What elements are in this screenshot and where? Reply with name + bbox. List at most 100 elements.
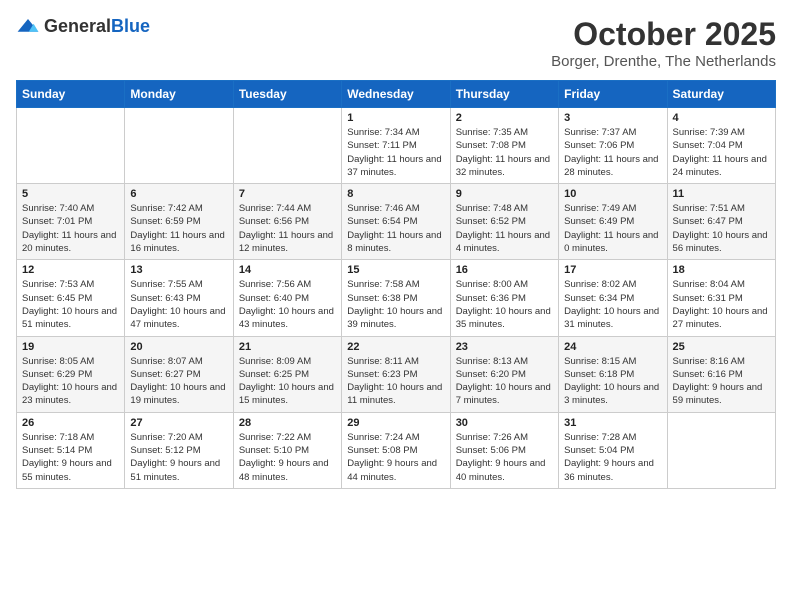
calendar-cell: 18 Sunrise: 8:04 AM Sunset: 6:31 PM Dayli… [667, 260, 775, 336]
day-info: Sunrise: 7:28 AM Sunset: 5:04 PM Dayligh… [564, 431, 661, 484]
calendar-cell [17, 108, 125, 184]
calendar-cell: 30 Sunrise: 7:26 AM Sunset: 5:06 PM Dayli… [450, 412, 558, 488]
day-info: Sunrise: 7:20 AM Sunset: 5:12 PM Dayligh… [130, 431, 227, 484]
day-info: Sunrise: 8:16 AM Sunset: 6:16 PM Dayligh… [673, 355, 770, 408]
day-info: Sunrise: 7:37 AM Sunset: 7:06 PM Dayligh… [564, 126, 661, 179]
day-info: Sunrise: 7:42 AM Sunset: 6:59 PM Dayligh… [130, 202, 227, 255]
calendar-cell: 21Sunrise: 8:09 AM Sunset: 6:25 PM Dayli… [233, 336, 341, 412]
day-number: 3 [564, 112, 661, 124]
day-number: 24 [564, 341, 661, 353]
day-number: 18 [673, 264, 770, 276]
day-info: Sunrise: 7:49 AM Sunset: 6:49 PM Dayligh… [564, 202, 661, 255]
day-info: Sunrise: 7:44 AM Sunset: 6:56 PM Dayligh… [239, 202, 336, 255]
day-info: Sunrise: 8:15 AM Sunset: 6:18 PM Dayligh… [564, 355, 661, 408]
day-number: 17 [564, 264, 661, 276]
day-number: 14 [239, 264, 336, 276]
day-info: Sunrise: 7:35 AM Sunset: 7:08 PM Dayligh… [456, 126, 553, 179]
calendar-cell: 12 Sunrise: 7:53 AM Sunset: 6:45 PM Dayli… [17, 260, 125, 336]
day-number: 12 [22, 264, 119, 276]
calendar-cell: 17 Sunrise: 8:02 AM Sunset: 6:34 PM Dayli… [559, 260, 667, 336]
calendar-week-row: 19 Sunrise: 8:05 AM Sunset: 6:29 PM Dayli… [17, 336, 776, 412]
calendar-week-row: 12 Sunrise: 7:53 AM Sunset: 6:45 PM Dayli… [17, 260, 776, 336]
calendar-cell [125, 108, 233, 184]
day-number: 13 [130, 264, 227, 276]
day-number: 28 [239, 417, 336, 429]
day-number: 19 [22, 341, 119, 353]
calendar-table: SundayMondayTuesdayWednesdayThursdayFrid… [16, 80, 776, 489]
day-number: 25 [673, 341, 770, 353]
day-number: 5 [22, 188, 119, 200]
day-number: 6 [130, 188, 227, 200]
day-info: Sunrise: 7:24 AM Sunset: 5:08 PM Dayligh… [347, 431, 444, 484]
calendar-cell [233, 108, 341, 184]
calendar-week-row: 5 Sunrise: 7:40 AM Sunset: 7:01 PM Daylig… [17, 184, 776, 260]
calendar-cell: 29 Sunrise: 7:24 AM Sunset: 5:08 PM Dayli… [342, 412, 450, 488]
day-number: 23 [456, 341, 553, 353]
calendar-cell: 9 Sunrise: 7:48 AM Sunset: 6:52 PM Daylig… [450, 184, 558, 260]
calendar-cell: 14 Sunrise: 7:56 AM Sunset: 6:40 PM Dayli… [233, 260, 341, 336]
day-info: Sunrise: 8:11 AM Sunset: 6:23 PM Dayligh… [347, 355, 444, 408]
calendar-cell: 31Sunrise: 7:28 AM Sunset: 5:04 PM Dayli… [559, 412, 667, 488]
logo-icon [16, 17, 40, 37]
day-number: 29 [347, 417, 444, 429]
day-number: 27 [130, 417, 227, 429]
calendar-cell: 28 Sunrise: 7:22 AM Sunset: 5:10 PM Dayli… [233, 412, 341, 488]
weekday-header: Sunday [17, 81, 125, 108]
weekday-header: Wednesday [342, 81, 450, 108]
weekday-header-row: SundayMondayTuesdayWednesdayThursdayFrid… [17, 81, 776, 108]
calendar-cell: 2 Sunrise: 7:35 AM Sunset: 7:08 PM Daylig… [450, 108, 558, 184]
day-info: Sunrise: 7:18 AM Sunset: 5:14 PM Dayligh… [22, 431, 119, 484]
day-number: 2 [456, 112, 553, 124]
day-info: Sunrise: 7:56 AM Sunset: 6:40 PM Dayligh… [239, 278, 336, 331]
day-info: Sunrise: 7:26 AM Sunset: 5:06 PM Dayligh… [456, 431, 553, 484]
calendar-cell: 23 Sunrise: 8:13 AM Sunset: 6:20 PM Dayli… [450, 336, 558, 412]
day-number: 10 [564, 188, 661, 200]
weekday-header: Tuesday [233, 81, 341, 108]
day-info: Sunrise: 7:34 AM Sunset: 7:11 PM Dayligh… [347, 126, 444, 179]
weekday-header: Monday [125, 81, 233, 108]
weekday-header: Thursday [450, 81, 558, 108]
day-info: Sunrise: 7:48 AM Sunset: 6:52 PM Dayligh… [456, 202, 553, 255]
day-info: Sunrise: 7:22 AM Sunset: 5:10 PM Dayligh… [239, 431, 336, 484]
page-header: GeneralBlue October 2025 Borger, Drenthe… [16, 16, 776, 70]
day-number: 26 [22, 417, 119, 429]
day-info: Sunrise: 7:51 AM Sunset: 6:47 PM Dayligh… [673, 202, 770, 255]
calendar-cell: 4 Sunrise: 7:39 AM Sunset: 7:04 PM Daylig… [667, 108, 775, 184]
day-number: 11 [673, 188, 770, 200]
day-info: Sunrise: 8:00 AM Sunset: 6:36 PM Dayligh… [456, 278, 553, 331]
day-info: Sunrise: 8:05 AM Sunset: 6:29 PM Dayligh… [22, 355, 119, 408]
day-info: Sunrise: 8:09 AM Sunset: 6:25 PM Dayligh… [239, 355, 336, 408]
calendar-cell: 10 Sunrise: 7:49 AM Sunset: 6:49 PM Dayli… [559, 184, 667, 260]
month-title: October 2025 [551, 16, 776, 53]
calendar-cell: 22 Sunrise: 8:11 AM Sunset: 6:23 PM Dayli… [342, 336, 450, 412]
calendar-cell: 1 Sunrise: 7:34 AM Sunset: 7:11 PM Daylig… [342, 108, 450, 184]
day-info: Sunrise: 8:02 AM Sunset: 6:34 PM Dayligh… [564, 278, 661, 331]
day-info: Sunrise: 7:39 AM Sunset: 7:04 PM Dayligh… [673, 126, 770, 179]
calendar-cell: 8Sunrise: 7:46 AM Sunset: 6:54 PM Daylig… [342, 184, 450, 260]
calendar-cell: 11 Sunrise: 7:51 AM Sunset: 6:47 PM Dayli… [667, 184, 775, 260]
calendar-cell: 20Sunrise: 8:07 AM Sunset: 6:27 PM Dayli… [125, 336, 233, 412]
day-number: 7 [239, 188, 336, 200]
day-number: 9 [456, 188, 553, 200]
calendar-cell [667, 412, 775, 488]
logo-general-text: General [44, 16, 111, 36]
day-number: 15 [347, 264, 444, 276]
calendar-week-row: 26 Sunrise: 7:18 AM Sunset: 5:14 PM Dayli… [17, 412, 776, 488]
day-info: Sunrise: 8:04 AM Sunset: 6:31 PM Dayligh… [673, 278, 770, 331]
weekday-header: Saturday [667, 81, 775, 108]
day-info: Sunrise: 7:53 AM Sunset: 6:45 PM Dayligh… [22, 278, 119, 331]
calendar-cell: 6 Sunrise: 7:42 AM Sunset: 6:59 PM Daylig… [125, 184, 233, 260]
day-info: Sunrise: 8:13 AM Sunset: 6:20 PM Dayligh… [456, 355, 553, 408]
calendar-cell: 24 Sunrise: 8:15 AM Sunset: 6:18 PM Dayli… [559, 336, 667, 412]
day-number: 22 [347, 341, 444, 353]
day-info: Sunrise: 7:46 AM Sunset: 6:54 PM Dayligh… [347, 202, 444, 255]
day-number: 16 [456, 264, 553, 276]
calendar-cell: 25 Sunrise: 8:16 AM Sunset: 6:16 PM Dayli… [667, 336, 775, 412]
day-number: 1 [347, 112, 444, 124]
calendar-cell: 19 Sunrise: 8:05 AM Sunset: 6:29 PM Dayli… [17, 336, 125, 412]
day-info: Sunrise: 8:07 AM Sunset: 6:27 PM Dayligh… [130, 355, 227, 408]
day-number: 30 [456, 417, 553, 429]
calendar-cell: 3 Sunrise: 7:37 AM Sunset: 7:06 PM Daylig… [559, 108, 667, 184]
day-info: Sunrise: 7:40 AM Sunset: 7:01 PM Dayligh… [22, 202, 119, 255]
day-number: 4 [673, 112, 770, 124]
